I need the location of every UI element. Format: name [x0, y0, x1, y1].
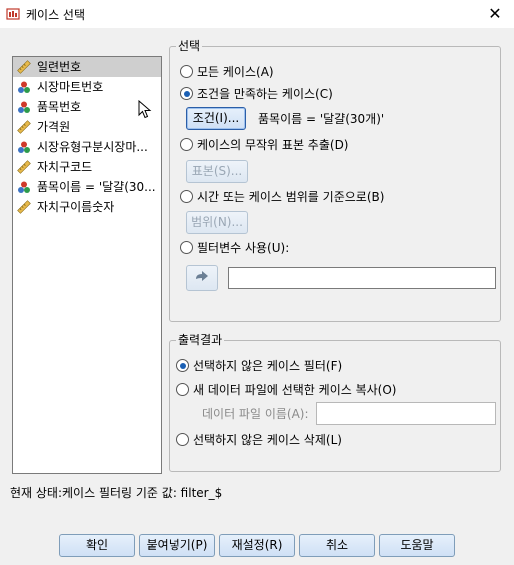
- output-group: 출력결과 선택하지 않은 케이스 필터(F) 새 데이터 파일에 선택한 케이스…: [169, 333, 501, 472]
- ok-button[interactable]: 확인: [59, 534, 135, 557]
- variable-label: 품목번호: [37, 100, 82, 114]
- radio-all-cases[interactable]: 모든 케이스(A): [180, 63, 274, 81]
- sample-button[interactable]: 표본(S)...: [186, 160, 248, 183]
- radio-random-sample[interactable]: 케이스의 무작위 표본 추출(D): [180, 136, 349, 154]
- reset-button[interactable]: 재설정(R): [219, 534, 295, 557]
- radio-indicator[interactable]: [176, 433, 189, 446]
- variable-label: 시장마트번호: [37, 80, 104, 94]
- variable-label: 품목이름 = '달걀(30...: [37, 180, 156, 194]
- radio-copy-to-new[interactable]: 새 데이터 파일에 선택한 케이스 복사(O): [176, 381, 396, 399]
- radio-indicator[interactable]: [180, 241, 193, 254]
- nominal-icon: [18, 141, 30, 153]
- radio-indicator[interactable]: [180, 87, 193, 100]
- if-button[interactable]: 조건(I)...: [186, 107, 246, 130]
- variable-item[interactable]: 품목이름 = '달걀(30...: [13, 177, 161, 197]
- variable-item[interactable]: 시장유형구분시장마...: [13, 137, 161, 157]
- variable-item[interactable]: 가격원: [13, 117, 161, 137]
- radio-copy-to-new-label: 새 데이터 파일에 선택한 케이스 복사(O): [193, 383, 397, 397]
- variable-label: 일련번호: [37, 60, 82, 74]
- radio-if-condition-label: 조건을 만족하는 케이스(C): [197, 87, 333, 101]
- close-button[interactable]: ✕: [484, 3, 506, 25]
- radio-filter-variable[interactable]: 필터변수 사용(U):: [180, 239, 289, 257]
- variable-label: 자치구코드: [37, 160, 93, 174]
- ruler-icon: [17, 60, 31, 74]
- help-button[interactable]: 도움말: [379, 534, 455, 557]
- app-icon: [6, 8, 20, 20]
- paste-button[interactable]: 붙여넣기(P): [139, 534, 215, 557]
- condition-text: 품목이름 = '달걀(30개)': [258, 112, 385, 126]
- variable-label: 자치구이름숫자: [37, 200, 115, 214]
- radio-filter-out[interactable]: 선택하지 않은 케이스 필터(F): [176, 357, 342, 375]
- radio-filter-out-label: 선택하지 않은 케이스 필터(F): [193, 359, 343, 373]
- filter-variable-field[interactable]: [228, 267, 496, 289]
- dataset-name-field[interactable]: [316, 402, 496, 425]
- radio-indicator[interactable]: [180, 138, 193, 151]
- cancel-button[interactable]: 취소: [299, 534, 375, 557]
- radio-range-label: 시간 또는 케이스 범위를 기준으로(B): [197, 190, 385, 204]
- radio-indicator[interactable]: [176, 359, 189, 372]
- variable-item[interactable]: 자치구이름숫자: [13, 197, 161, 217]
- status-text: 현재 상태:케이스 필터링 기준 값: filter_$: [10, 486, 223, 500]
- arrow-right-icon: [196, 271, 208, 281]
- window-title: 케이스 선택: [26, 8, 86, 22]
- radio-filter-variable-label: 필터변수 사용(U):: [197, 241, 290, 255]
- variable-label: 시장유형구분시장마...: [37, 140, 148, 154]
- select-group-title: 선택: [176, 39, 203, 53]
- range-button[interactable]: 범위(N)...: [186, 211, 248, 234]
- ruler-icon: [17, 160, 31, 174]
- dataset-name-label: 데이터 파일 이름(A):: [202, 407, 309, 421]
- radio-range[interactable]: 시간 또는 케이스 범위를 기준으로(B): [180, 188, 384, 206]
- nominal-icon: [18, 81, 30, 93]
- nominal-icon: [18, 101, 30, 113]
- select-group: 선택 모든 케이스(A) 조건을 만족하는 케이스(C) 조건(I)... 품목…: [169, 39, 501, 322]
- mouse-cursor-icon: [138, 100, 152, 119]
- radio-random-sample-label: 케이스의 무작위 표본 추출(D): [197, 138, 349, 152]
- ruler-icon: [17, 120, 31, 134]
- variable-label: 가격원: [37, 120, 71, 134]
- radio-delete-label: 선택하지 않은 케이스 삭제(L): [193, 433, 342, 447]
- move-arrow-button[interactable]: [186, 265, 218, 291]
- variable-item[interactable]: 일련번호: [13, 57, 161, 77]
- title-bar: 케이스 선택 ✕: [0, 0, 514, 28]
- radio-indicator[interactable]: [180, 190, 193, 203]
- radio-if-condition[interactable]: 조건을 만족하는 케이스(C): [180, 85, 333, 103]
- radio-all-cases-label: 모든 케이스(A): [197, 65, 274, 79]
- nominal-icon: [18, 181, 30, 193]
- variable-item[interactable]: 자치구코드: [13, 157, 161, 177]
- ruler-icon: [17, 200, 31, 214]
- radio-delete[interactable]: 선택하지 않은 케이스 삭제(L): [176, 431, 342, 449]
- output-group-title: 출력결과: [176, 333, 225, 347]
- radio-indicator[interactable]: [176, 383, 189, 396]
- variable-item[interactable]: 시장마트번호: [13, 77, 161, 97]
- radio-indicator[interactable]: [180, 65, 193, 78]
